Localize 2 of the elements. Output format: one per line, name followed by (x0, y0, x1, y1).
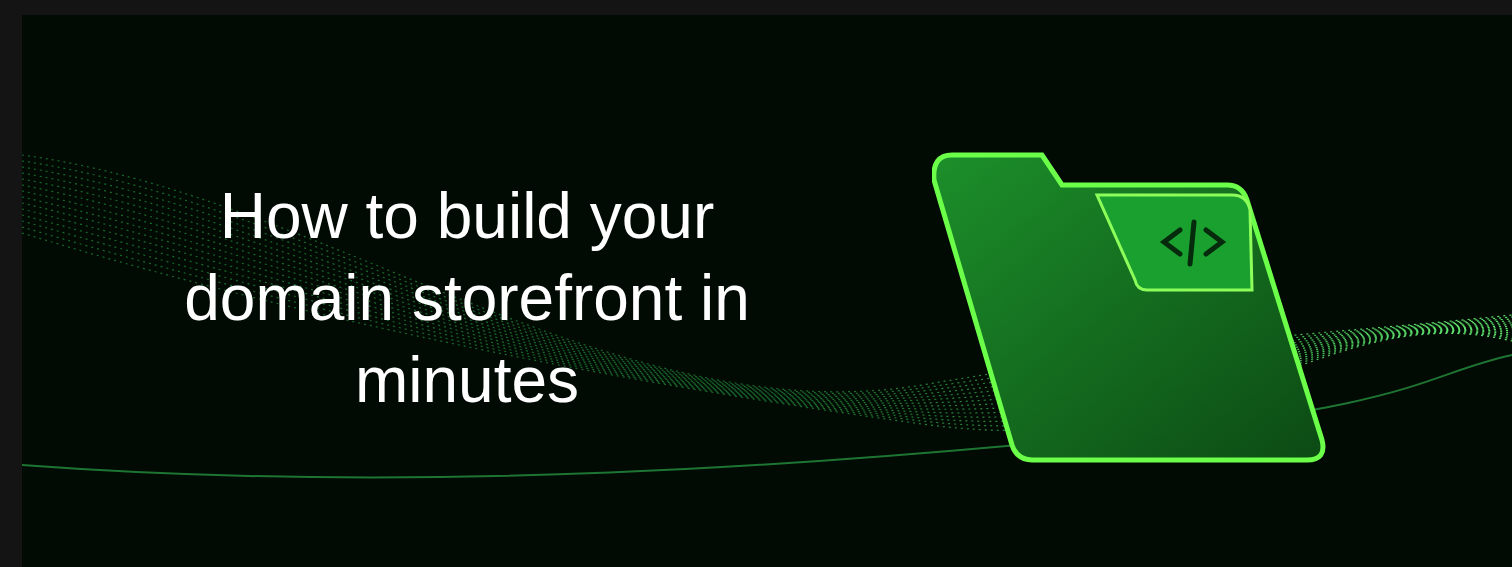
headline: How to build your domain storefront in minutes (183, 179, 751, 418)
code-icon (1159, 219, 1227, 267)
